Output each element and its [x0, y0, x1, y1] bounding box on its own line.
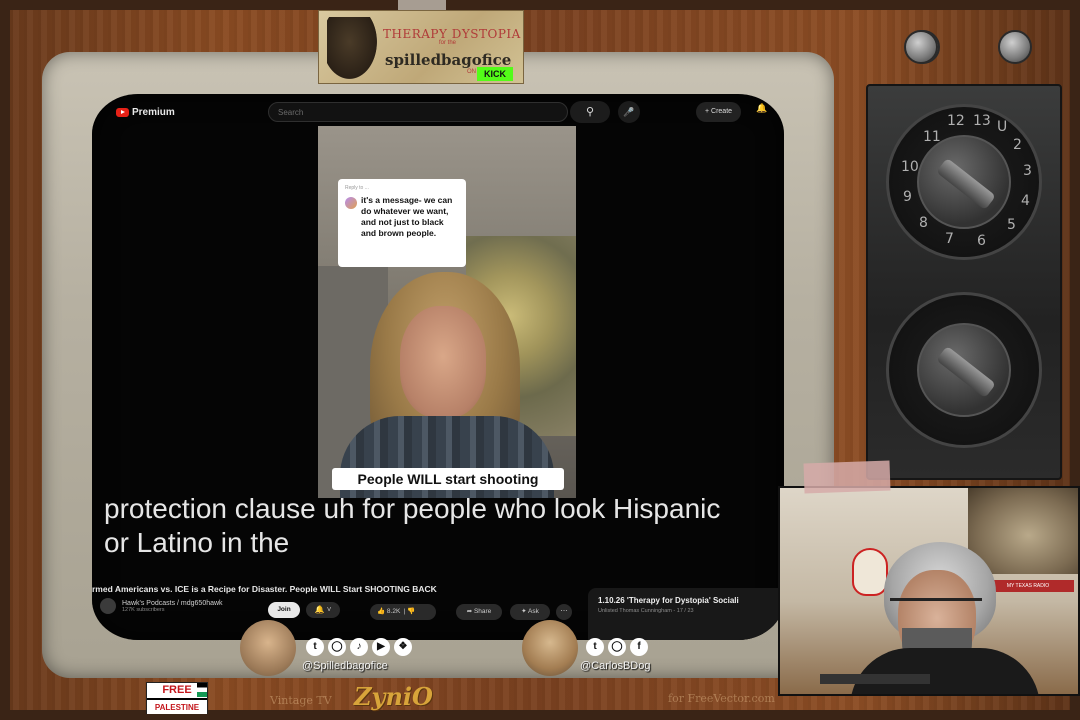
dial-number: 6: [977, 233, 986, 249]
dial-number: 4: [1021, 193, 1030, 209]
small-knob-left[interactable]: [904, 30, 938, 64]
webcam-overlay: MY TEXAS RADIO: [778, 486, 1080, 696]
twitter-icon[interactable]: t: [306, 638, 324, 656]
youtube-icon[interactable]: ▶: [372, 638, 390, 656]
show-banner-logo: THERAPY DYSTOPIA for the spilledbagofice…: [318, 10, 524, 84]
dial-number: 2: [1013, 137, 1022, 153]
dial-number: 13: [973, 113, 991, 129]
video-player[interactable]: Reply to ... it's a message- we can do w…: [318, 126, 576, 498]
social-handle-right: @CarlosBDog: [580, 660, 651, 672]
tv-dial-panel: 12 13 U 11 2 10 3 9 4 8 5 7 6: [866, 30, 1062, 480]
search-input[interactable]: Search: [268, 102, 568, 122]
youtube-play-icon: [116, 108, 129, 117]
dial-number: 3: [1023, 163, 1032, 179]
instagram-icon[interactable]: ◯: [328, 638, 346, 656]
video-title: rmed Americans vs. ICE is a Recipe for D…: [92, 584, 437, 594]
glasses-icon: [890, 598, 982, 616]
microphone-icon[interactable]: 🎤: [618, 101, 640, 123]
playlist-subtitle: Unlisted Thomas Cunningham - 17 / 23: [598, 608, 694, 614]
share-label: Share: [473, 608, 492, 615]
channel-dial[interactable]: 12 13 U 11 2 10 3 9 4 8 5 7 6: [886, 104, 1042, 260]
small-knob-right[interactable]: [998, 30, 1032, 64]
bluesky-icon[interactable]: ❖: [394, 638, 412, 656]
instagram-icon[interactable]: ◯: [608, 638, 626, 656]
share-button[interactable]: ➦ Share: [456, 604, 502, 620]
fine-tune-knob[interactable]: [917, 323, 1011, 417]
closed-captions: protection clause uh for people who look…: [104, 493, 721, 558]
dial-number: U: [997, 119, 1008, 135]
create-button[interactable]: + Create: [696, 102, 742, 122]
social-handle-left: @Spilledbagofice: [302, 660, 388, 672]
search-icon[interactable]: ⚲: [570, 101, 610, 123]
host-avatar: [240, 620, 296, 676]
youtube-header: Premium Search ⚲ 🎤 + Create 🔔: [92, 94, 784, 128]
dial-number: 9: [903, 189, 912, 205]
palestine-flag-icon: [197, 683, 207, 697]
banner-title: THERAPY DYSTOPIA: [383, 27, 521, 41]
dog-silhouette-icon: [327, 17, 377, 79]
knob-handle: [936, 157, 996, 211]
microphone-icon: [820, 674, 930, 684]
reply-comment-bubble: Reply to ... it's a message- we can do w…: [338, 179, 466, 267]
dial-number: 5: [1007, 217, 1016, 233]
reply-comment-text: it's a message- we can do whatever we wa…: [361, 195, 453, 238]
notifications-icon[interactable]: 🔔: [756, 103, 767, 114]
free-palestine-badge: FREE PALESTINE: [146, 682, 208, 714]
video-caption: People WILL start shooting: [332, 468, 564, 490]
dial-number: 12: [947, 113, 965, 129]
like-count: 8.2K: [386, 608, 401, 615]
tv-screen: Premium Search ⚲ 🎤 + Create 🔔 Reply to .…: [92, 94, 784, 640]
dial-number: 10: [901, 159, 919, 175]
like-button[interactable]: 👍 8.2K | 👎: [370, 604, 436, 620]
more-options-icon[interactable]: ⋯: [556, 604, 572, 620]
join-button[interactable]: Join: [268, 602, 300, 618]
social-icons-right: t ◯ f: [586, 638, 648, 656]
subscribed-bell-icon[interactable]: 🔔 ˅: [306, 602, 340, 618]
ask-button[interactable]: ✦ Ask: [510, 604, 550, 620]
dial-number: 7: [945, 231, 954, 247]
palestine-text: PALESTINE: [147, 698, 207, 714]
sugar-skull-icon: [852, 548, 888, 596]
playlist-panel[interactable]: 1.10.26 'Therapy for Dystopia' Sociali U…: [588, 588, 784, 640]
kick-logo: KICK: [477, 67, 513, 81]
tiktok-icon[interactable]: ♪: [350, 638, 368, 656]
channel-row[interactable]: Hawk's Podcasts / mdg650hawk 127K subscr…: [100, 598, 223, 614]
fine-tune-dial[interactable]: [886, 292, 1042, 448]
ask-label: Ask: [528, 608, 539, 615]
knob-handle: [936, 345, 996, 399]
social-icons-left: t ◯ ♪ ▶ ❖: [306, 638, 412, 656]
channel-subscribers: 127K subscribers: [122, 606, 165, 613]
reply-meta: Reply to ...: [345, 185, 369, 191]
freevector-credit: for FreeVector.com: [668, 692, 775, 705]
dog-avatar: [522, 620, 578, 676]
tv-brand-logo: ZyniO: [354, 682, 433, 711]
vintage-tv-label: Vintage TV: [270, 694, 332, 707]
speaker-face: [400, 306, 486, 418]
playlist-title[interactable]: 1.10.26 'Therapy for Dystopia' Sociali: [598, 596, 778, 605]
channel-knob[interactable]: [917, 135, 1011, 229]
facebook-icon[interactable]: f: [630, 638, 648, 656]
youtube-logo-text: Premium: [132, 107, 175, 118]
banner-subtitle: for the: [439, 40, 457, 46]
commenter-avatar: [345, 197, 357, 209]
twitter-icon[interactable]: t: [586, 638, 604, 656]
channel-avatar[interactable]: [100, 598, 116, 614]
tape-strip: [803, 460, 891, 494]
banner-on: ON: [467, 69, 476, 75]
dial-number: 8: [919, 215, 928, 231]
youtube-logo[interactable]: Premium: [116, 107, 175, 118]
channel-name[interactable]: Hawk's Podcasts / mdg650hawk: [122, 600, 223, 607]
host-shirt: [850, 648, 1040, 694]
